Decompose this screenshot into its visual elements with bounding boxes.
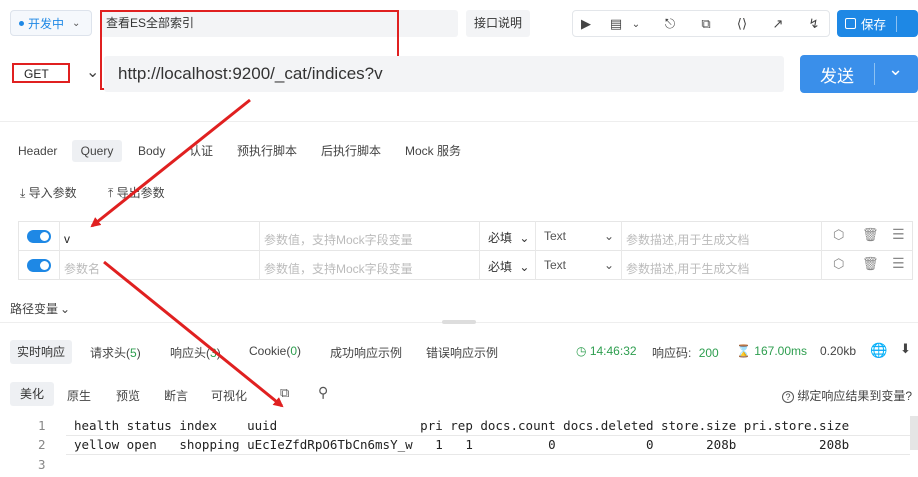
annotation-arrow [90, 98, 251, 228]
annotation-arrows [90, 98, 284, 408]
annotation-arrow [103, 260, 284, 408]
